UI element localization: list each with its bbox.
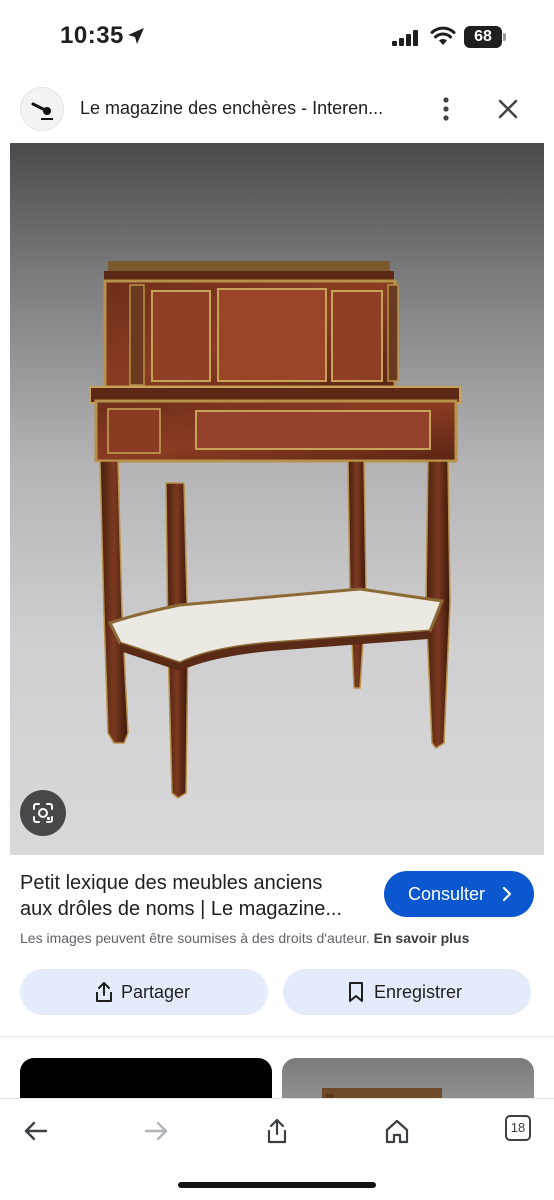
header-title[interactable]: Le magazine des enchères - Interen...: [80, 98, 383, 119]
consult-button[interactable]: Consulter: [384, 871, 534, 917]
forward-arrow-icon[interactable]: [142, 1117, 170, 1145]
share-button[interactable]: Partager: [20, 969, 268, 1015]
more-vert-icon[interactable]: [434, 95, 458, 123]
result-title[interactable]: Petit lexique des meubles anciens aux dr…: [20, 870, 370, 922]
location-arrow-icon: [128, 28, 144, 44]
share-icon[interactable]: [263, 1117, 291, 1145]
furniture-photo: [89, 261, 461, 799]
divider: [0, 1036, 554, 1037]
gavel-logo-icon: [31, 102, 53, 120]
learn-more-link[interactable]: En savoir plus: [374, 930, 470, 946]
status-bar: 10:35 68: [0, 0, 554, 75]
back-arrow-icon[interactable]: [22, 1117, 50, 1145]
tabs-icon[interactable]: 18: [505, 1115, 531, 1141]
bookmark-icon: [349, 982, 363, 1002]
copyright-notice: Les images peuvent être soumises à des d…: [20, 930, 469, 946]
battery-cap: [503, 33, 506, 41]
result-title-line2: aux drôles de noms | Le magazine...: [20, 898, 343, 920]
result-image[interactable]: [10, 143, 544, 855]
home-icon[interactable]: [383, 1117, 411, 1145]
page-header: Le magazine des enchères - Interen...: [0, 75, 554, 143]
google-lens-button[interactable]: [20, 790, 66, 836]
battery-icon: 68: [464, 26, 506, 48]
save-label: Enregistrer: [374, 982, 463, 1002]
tabs-count: 18: [510, 1120, 526, 1135]
save-button[interactable]: Enregistrer: [283, 969, 531, 1015]
site-logo[interactable]: [20, 87, 64, 131]
home-indicator: [178, 1182, 376, 1188]
share-label: Partager: [121, 982, 191, 1002]
battery-level: 68: [464, 26, 502, 48]
close-icon[interactable]: [494, 95, 522, 123]
signal-icon: [392, 30, 418, 46]
consult-label: Consulter: [408, 884, 486, 904]
wifi-icon: [430, 26, 456, 45]
status-time: 10:35: [60, 22, 124, 49]
copyright-text: Les images peuvent être soumises à des d…: [20, 930, 370, 946]
share-icon: [96, 982, 112, 1002]
result-title-line1: Petit lexique des meubles anciens: [20, 872, 323, 894]
google-lens-icon: [33, 803, 53, 823]
chevron-right-icon: [502, 886, 512, 902]
